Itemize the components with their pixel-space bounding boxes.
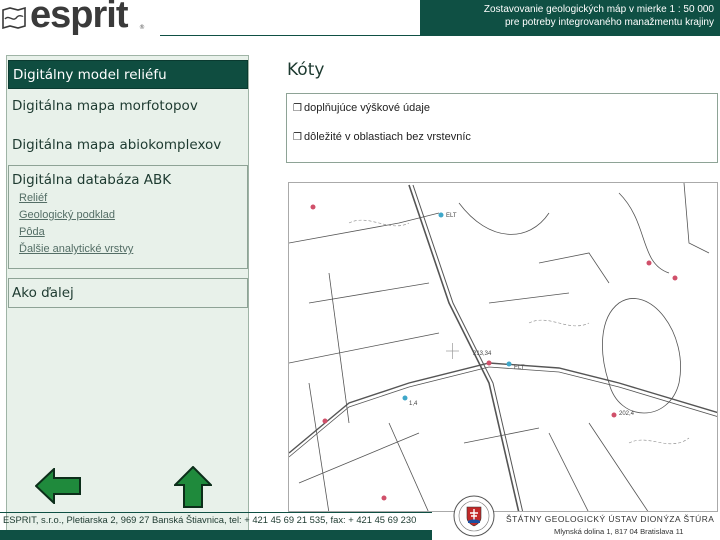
logo-wordmark: esprit [30, 0, 128, 36]
footer-divider [0, 512, 432, 513]
sidebar-item-label: Ako ďalej [12, 285, 74, 301]
map-drawing: ELT 213,34 202,4 1,4 ELT [289, 183, 717, 511]
sublink-relief[interactable]: Reliéf [19, 190, 133, 207]
sgu-institution-name: ŠTÁTNY GEOLOGICKÝ ÚSTAV DIONÝZA ŠTÚRA [506, 514, 715, 524]
bullet-text: dôležité v oblastiach bez vrstevníc [303, 131, 471, 143]
map-label: ELT [514, 365, 525, 371]
sublink-other-layers[interactable]: Ďalšie analytické vrstvy [19, 241, 133, 258]
header-title-line2: pre potreby integrovaného manažmentu kra… [504, 17, 714, 28]
header-divider [160, 35, 720, 36]
map-label: 202,4 [619, 411, 635, 417]
map-fold-icon [2, 7, 26, 29]
sidebar-item-label: Digitálna databáza ABK [12, 172, 172, 188]
page-title: Kóty [287, 60, 325, 80]
sublink-soil[interactable]: Pôda [19, 224, 133, 241]
sidebar-item-label: Digitálna mapa morfotopov [12, 98, 198, 114]
sidebar-item-abk-database[interactable]: Digitálna databáza ABK Reliéf Geologický… [8, 165, 248, 269]
sidebar-item-label: Digitálny model reliéfu [13, 67, 167, 83]
logo-registered-mark: ® [139, 24, 145, 31]
checkbox-bullet-icon: ❒ [293, 103, 302, 114]
prev-arrow-icon[interactable] [35, 468, 81, 504]
bullet-box: ❒ doplňujúce výškové údaje ❒ dôležité v ob… [286, 93, 718, 163]
esprit-logo: esprit ® [0, 0, 160, 40]
sidebar-sublist: Reliéf Geologický podklad Pôda Ďalšie an… [19, 190, 133, 258]
sidebar-item-digital-relief-model[interactable]: Digitálny model reliéfu [8, 60, 248, 89]
sidebar-item-morphotope-map[interactable]: Digitálna mapa morfotopov [8, 98, 198, 114]
bullet-text: doplňujúce výškové údaje [303, 102, 430, 114]
map-label: 213,34 [473, 351, 492, 357]
footer-contact: ESPRIT, s.r.o., Pletiarska 2, 969 27 Ban… [3, 514, 417, 525]
map-label: ELT [446, 213, 457, 219]
sgu-seal-icon [453, 495, 495, 537]
footer-bar [0, 530, 432, 540]
sidebar-item-label: Digitálna mapa abiokomplexov [12, 137, 222, 153]
checkbox-bullet-icon: ❒ [293, 132, 302, 143]
next-arrow-icon[interactable] [174, 466, 212, 508]
bullet-item: ❒ doplňujúce výškové údaje [293, 102, 430, 114]
sidebar-item-abiocomplex-map[interactable]: Digitálna mapa abiokomplexov [8, 137, 221, 153]
sublink-geological-basis[interactable]: Geologický podklad [19, 207, 133, 224]
sidebar-item-what-next[interactable]: Ako ďalej [8, 278, 248, 308]
header-title-line1: Zostavovanie geologických máp v mierke 1… [483, 4, 714, 15]
bullet-item: ❒ dôležité v oblastiach bez vrstevníc [293, 131, 471, 143]
header-title-bar: Zostavovanie geologických máp v mierke 1… [420, 0, 720, 36]
map-label: 1,4 [409, 401, 418, 407]
topographic-map: ELT 213,34 202,4 1,4 ELT [288, 182, 718, 512]
sgu-address: Mlynská dolina 1, 817 04 Bratislava 11 [554, 527, 684, 536]
sidebar: Digitálny model reliéfu Digitálna mapa m… [6, 55, 249, 539]
